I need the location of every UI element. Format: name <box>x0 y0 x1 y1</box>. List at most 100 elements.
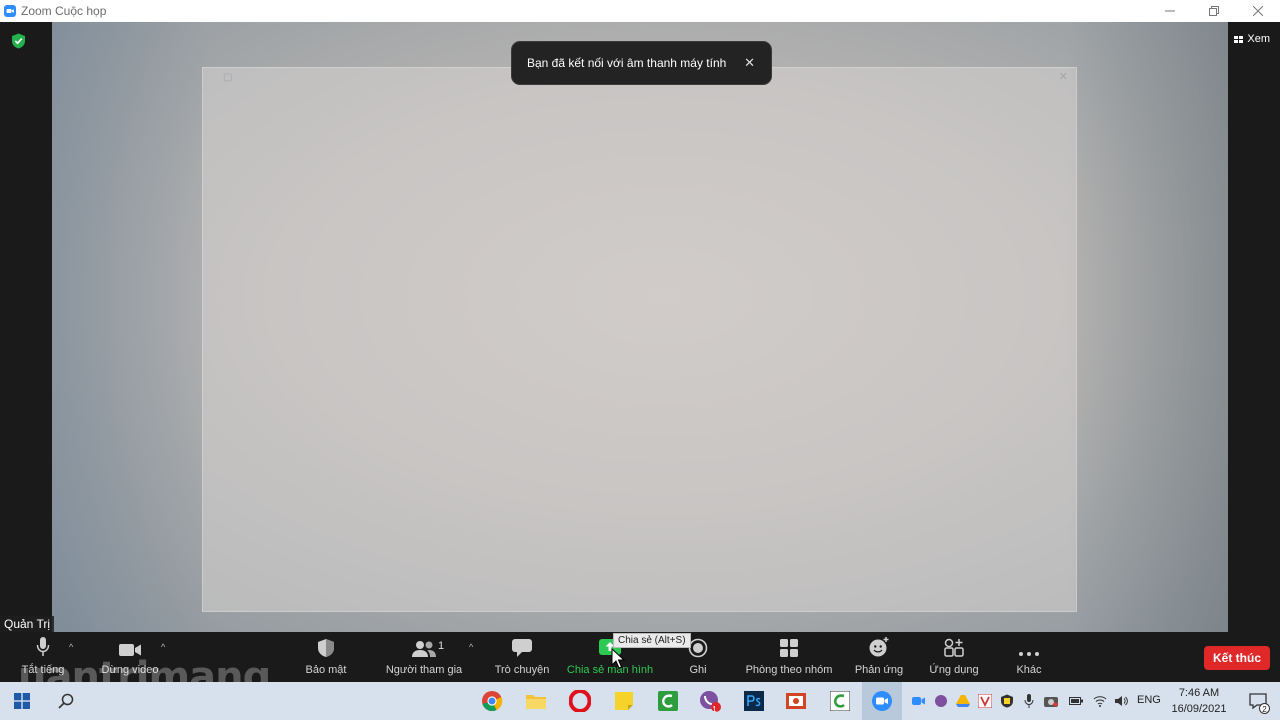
apps-button[interactable]: Ứng dụng <box>927 632 981 682</box>
record-label: Ghi <box>689 664 707 676</box>
input-language[interactable]: ENG <box>1137 694 1161 706</box>
breakout-rooms-button[interactable]: Phòng theo nhóm <box>743 632 835 682</box>
window-title: Zoom Cuộc họp <box>21 4 107 18</box>
clock-date: 16/09/2021 <box>1171 703 1227 715</box>
speaker-icon <box>1115 696 1128 706</box>
close-icon <box>1253 6 1263 16</box>
share-screen-label: Chia sẻ màn hình <box>566 664 654 676</box>
taskbar-chrome[interactable] <box>472 682 512 720</box>
participants-icon <box>412 641 436 657</box>
opera-icon <box>569 690 591 712</box>
gallery-view-icon <box>1234 35 1244 43</box>
faded-share-dialog: ▢ ✕ <box>202 67 1077 612</box>
faded-dialog-title: ▢ <box>223 72 233 83</box>
tray-camera-glyph-icon <box>1044 697 1058 707</box>
title-bar: Zoom Cuộc họp <box>0 0 1280 22</box>
tray-zoom-glyph-icon <box>912 697 925 705</box>
chat-button[interactable]: Trò chuyện <box>494 632 550 682</box>
tray-viber-glyph-icon <box>935 695 947 707</box>
security-button[interactable]: Bảo mật <box>300 632 352 682</box>
chrome-icon <box>482 691 503 712</box>
photoshop-icon <box>744 691 764 711</box>
encryption-shield-icon[interactable] <box>11 33 26 49</box>
participants-label: Người tham gia <box>385 664 463 676</box>
taskbar-camtasia-recorder[interactable] <box>820 682 860 720</box>
tray-security-icon[interactable] <box>999 693 1015 709</box>
end-meeting-button[interactable]: Kết thúc <box>1204 646 1270 670</box>
taskbar-viber[interactable]: 1 <box>690 682 730 720</box>
toast-message: Bạn đã kết nối với âm thanh máy tính <box>527 56 727 70</box>
toast-close-icon[interactable]: ✕ <box>744 55 755 71</box>
action-center-button[interactable]: 2 <box>1238 682 1278 720</box>
restore-icon <box>1209 6 1219 16</box>
more-label: Khác <box>1016 664 1042 676</box>
start-button[interactable] <box>2 682 42 720</box>
taskbar-search-button[interactable] <box>46 682 86 720</box>
restore-button[interactable] <box>1192 0 1236 22</box>
file-explorer-icon <box>526 695 546 709</box>
reaction-smiley-icon <box>869 637 889 657</box>
minimize-icon <box>1165 10 1175 12</box>
close-window-button[interactable] <box>1236 0 1280 22</box>
tray-wifi-icon[interactable] <box>1092 693 1108 709</box>
battery-icon <box>1069 697 1083 705</box>
tray-mic-icon[interactable] <box>1021 693 1037 709</box>
tray-v-glyph-icon <box>978 694 992 708</box>
taskbar-powerpoint[interactable] <box>776 682 816 720</box>
participants-button[interactable]: Người tham gia <box>384 632 464 682</box>
taskbar-sticky-notes[interactable] <box>604 682 644 720</box>
security-shield-icon <box>318 639 334 657</box>
chat-label: Trò chuyện <box>494 664 550 676</box>
audio-connected-toast: Bạn đã kết nối với âm thanh máy tính ✕ <box>511 41 772 85</box>
taskbar-camtasia[interactable] <box>648 682 688 720</box>
faded-dialog-close-icon: ✕ <box>1058 71 1068 83</box>
tray-zoom-icon[interactable] <box>911 693 927 709</box>
camtasia-recorder-icon <box>830 691 850 711</box>
taskbar-clock[interactable]: 7:46 AM 16/09/2021 <box>1166 685 1232 717</box>
apps-icon <box>944 638 964 657</box>
chat-bubble-icon <box>512 639 532 657</box>
powerpoint-icon <box>786 693 806 709</box>
record-icon <box>688 638 708 658</box>
tray-volume-icon[interactable] <box>1113 693 1129 709</box>
tray-viber-icon[interactable] <box>933 693 949 709</box>
taskbar-opera[interactable] <box>560 682 600 720</box>
windows-taskbar: 1 ENG 7:46 AM 16/09/2021 2 <box>0 682 1280 720</box>
participants-options-chevron-icon[interactable]: ^ <box>469 642 473 652</box>
tray-camera-icon[interactable] <box>1043 693 1059 709</box>
breakout-rooms-icon <box>780 639 798 657</box>
windows-logo-icon <box>14 693 30 709</box>
video-options-chevron-icon[interactable]: ^ <box>161 642 165 652</box>
participant-name-label: Quản Trị <box>0 616 55 632</box>
taskbar-photoshop[interactable] <box>734 682 774 720</box>
reactions-label: Phản ứng <box>854 664 904 676</box>
more-button[interactable]: Khác <box>1012 632 1046 682</box>
breakout-rooms-label: Phòng theo nhóm <box>745 664 833 676</box>
notification-count: 2 <box>1259 703 1270 714</box>
taskbar-file-explorer[interactable] <box>516 682 556 720</box>
sticky-notes-icon <box>615 692 633 710</box>
zoom-meeting-window: Zoom Cuộc họp ▢ ✕ Xem Bạn đã kết nối với… <box>0 0 1280 720</box>
clock-time: 7:46 AM <box>1178 687 1220 699</box>
security-label: Bảo mật <box>305 664 347 676</box>
meeting-stage: ▢ ✕ Xem Bạn đã kết nối với âm thanh máy … <box>0 22 1280 632</box>
zoom-app-icon <box>4 5 16 17</box>
audio-options-chevron-icon[interactable]: ^ <box>69 642 73 652</box>
wifi-icon <box>1093 696 1107 707</box>
view-label: Xem <box>1247 33 1270 45</box>
camtasia-icon <box>658 691 678 711</box>
apps-label: Ứng dụng <box>929 664 979 676</box>
more-dots-icon <box>1019 652 1039 656</box>
tray-drive-icon[interactable] <box>955 693 971 709</box>
view-button[interactable]: Xem <box>1234 33 1270 45</box>
window-controls <box>1148 0 1280 22</box>
search-icon <box>58 693 74 709</box>
mouse-cursor-icon <box>611 648 625 669</box>
viber-badge: 1 <box>712 705 717 714</box>
tray-battery-icon[interactable] <box>1068 693 1084 709</box>
tray-microphone-glyph-icon <box>1024 694 1034 708</box>
taskbar-zoom[interactable] <box>862 682 902 720</box>
reactions-button[interactable]: Phản ứng <box>853 632 905 682</box>
tray-v-icon[interactable] <box>977 693 993 709</box>
minimize-button[interactable] <box>1148 0 1192 22</box>
